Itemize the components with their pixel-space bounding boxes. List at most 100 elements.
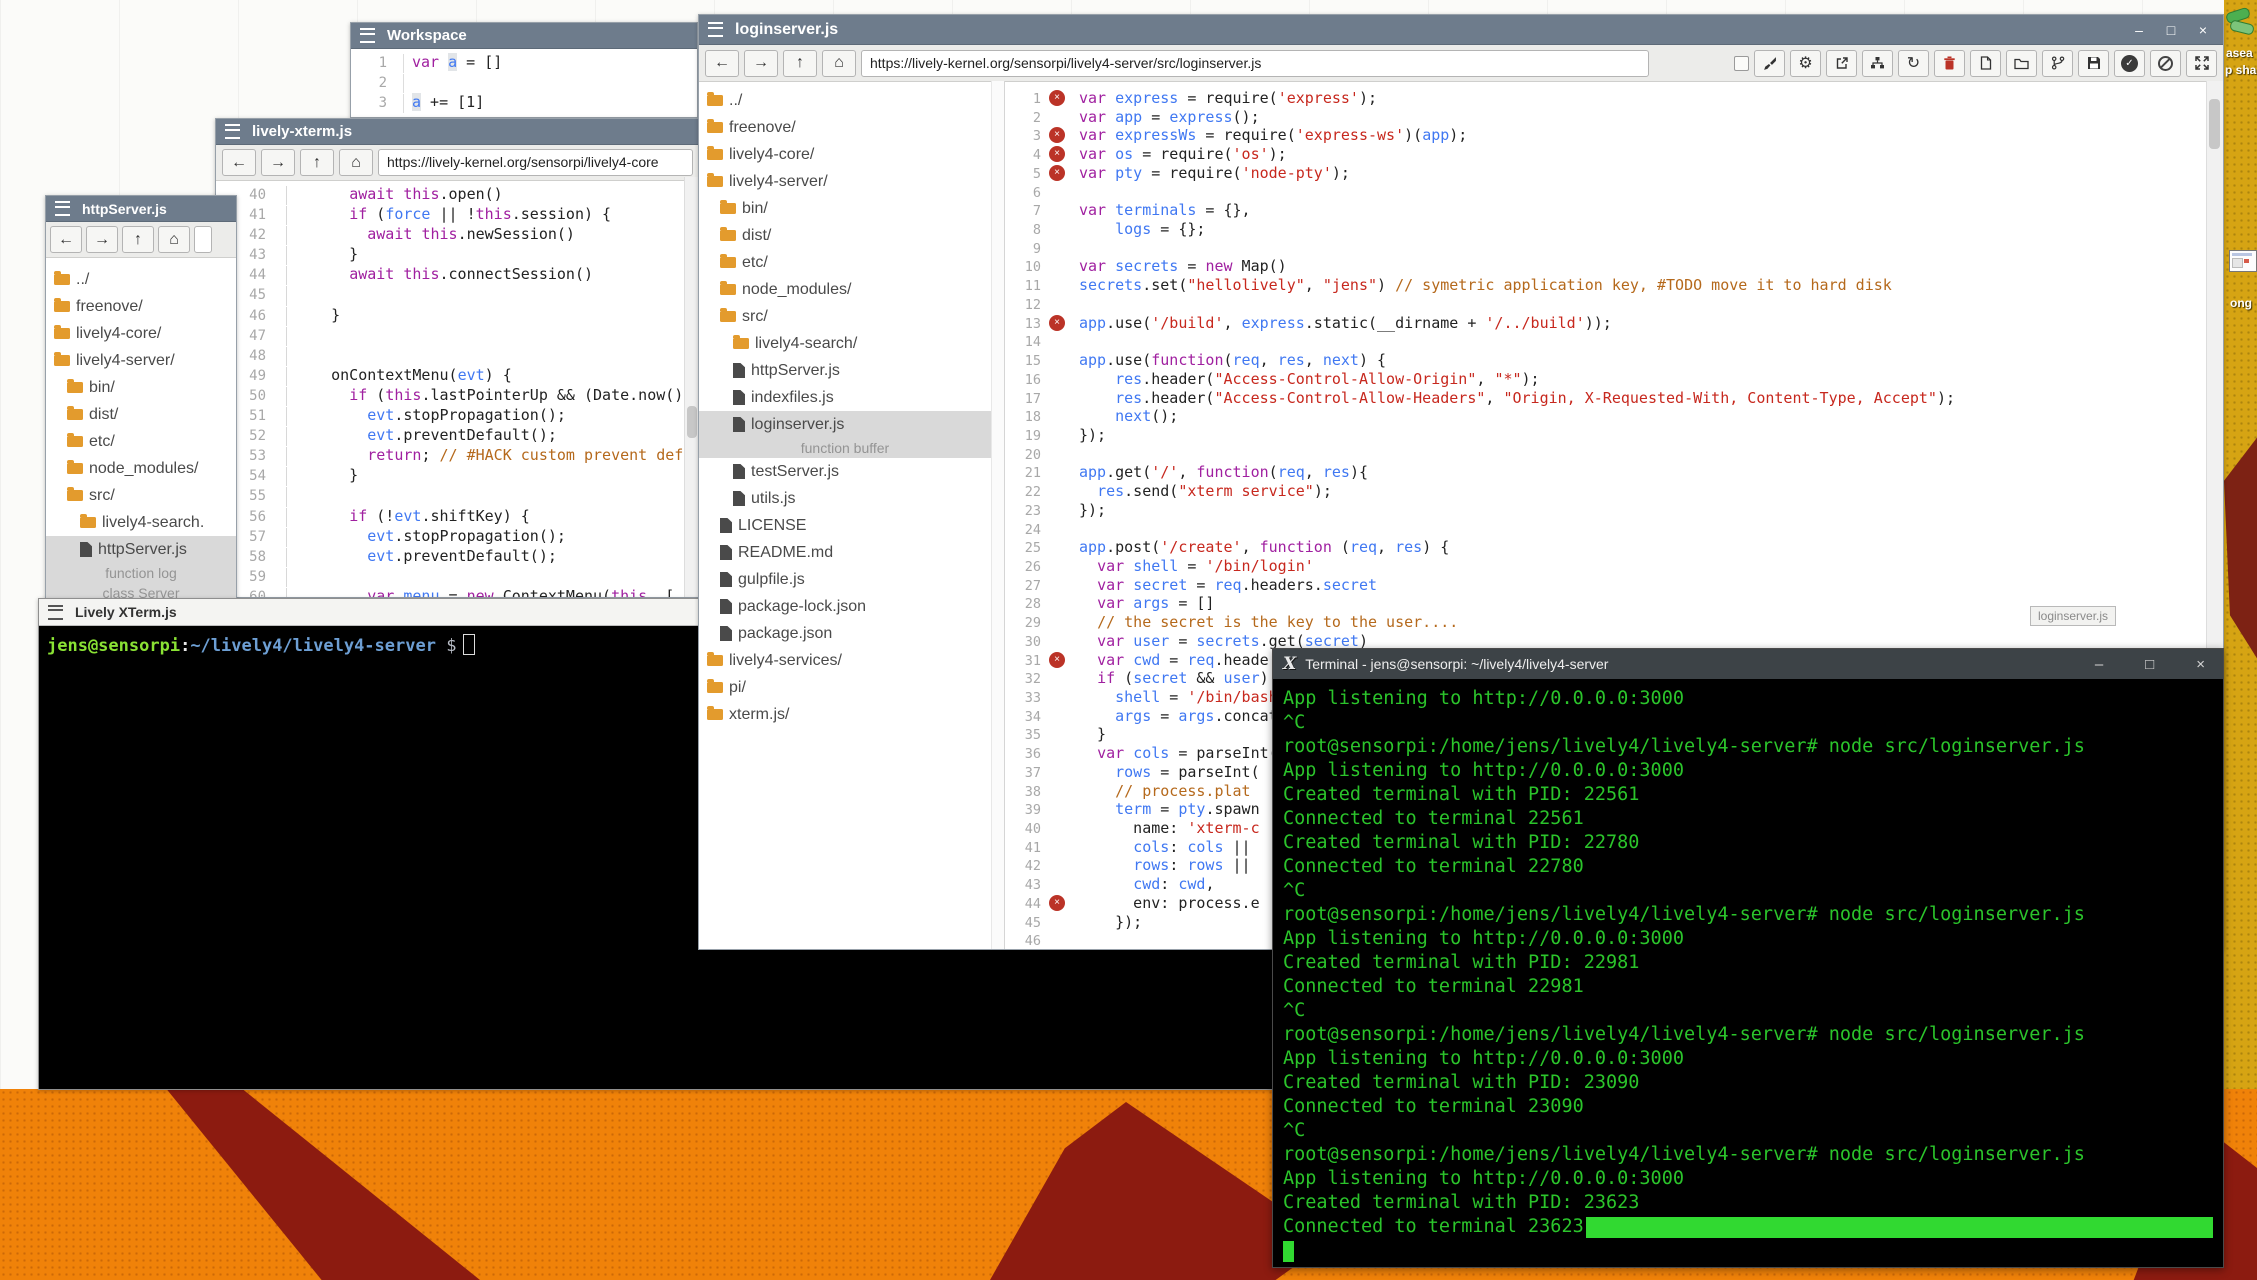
- url-input[interactable]: https://lively-kernel.org/sensorpi/livel…: [378, 149, 693, 176]
- code-line[interactable]: 8 logs = {};: [1005, 220, 2207, 239]
- code-line[interactable]: 48: [216, 346, 699, 366]
- back-button[interactable]: ←: [705, 50, 739, 77]
- forward-button[interactable]: →: [86, 226, 118, 253]
- tree-item-lively4-core[interactable]: lively4-core/: [699, 141, 991, 168]
- code-line[interactable]: 9: [1005, 239, 2207, 258]
- code-line[interactable]: 47: [216, 326, 699, 346]
- tree-item-httpserver-js[interactable]: httpServer.js: [699, 357, 991, 384]
- code-line[interactable]: 2: [351, 73, 697, 93]
- tree-item-src[interactable]: src/: [46, 482, 236, 509]
- menu-icon[interactable]: [55, 201, 70, 216]
- new-file-icon-button[interactable]: [1970, 50, 2001, 77]
- code-line[interactable]: 40 await this.open(): [216, 185, 699, 205]
- code-line[interactable]: 24: [1005, 520, 2207, 539]
- code-line[interactable]: 27 var secret = req.headers.secret: [1005, 576, 2207, 595]
- home-button[interactable]: ⌂: [158, 226, 190, 253]
- forward-button[interactable]: →: [744, 50, 778, 77]
- code-line[interactable]: 22 res.send("xterm service");: [1005, 482, 2207, 501]
- tree-item-xterm-js[interactable]: xterm.js/: [699, 701, 991, 728]
- code-line[interactable]: 28 var args = []: [1005, 594, 2207, 613]
- code-line[interactable]: 12: [1005, 295, 2207, 314]
- home-button[interactable]: ⌂: [339, 149, 373, 176]
- tree-item-node-modules[interactable]: node_modules/: [699, 276, 991, 303]
- code-line[interactable]: 26 var shell = '/bin/login': [1005, 557, 2207, 576]
- folder-icon-button[interactable]: [2006, 50, 2037, 77]
- menu-icon[interactable]: [708, 22, 723, 37]
- tree-item-lively4-search[interactable]: lively4-search/: [699, 330, 991, 357]
- code-line[interactable]: 44 await this.connectSession(): [216, 265, 699, 285]
- tree-item-sub-label[interactable]: function buffer: [699, 438, 991, 458]
- code-line[interactable]: 13×app.use('/build', express.static(__di…: [1005, 314, 2207, 333]
- code-line[interactable]: 29 // the secret is the key to the user.…: [1005, 613, 2207, 632]
- code-line[interactable]: 23});: [1005, 501, 2207, 520]
- code-line[interactable]: 54 }: [216, 466, 699, 486]
- terminal-screen[interactable]: App listening to http://0.0.0.0:3000^Cro…: [1273, 679, 2223, 1267]
- code-line[interactable]: 15app.use(function(req, res, next) {: [1005, 351, 2207, 370]
- httpserver-titlebar[interactable]: httpServer.js: [46, 196, 236, 222]
- code-line[interactable]: 46 }: [216, 306, 699, 326]
- tree-item-package-json[interactable]: package.json: [699, 620, 991, 647]
- code-line[interactable]: 56 if (!evt.shiftKey) {: [216, 507, 699, 527]
- code-line[interactable]: 14: [1005, 332, 2207, 351]
- code-line[interactable]: 50 if (this.lastPointerUp && (Date.now()…: [216, 386, 699, 406]
- error-badge-icon[interactable]: ×: [1049, 146, 1065, 162]
- workspace-code-editor[interactable]: 1var a = []2 3a += [1]: [351, 49, 697, 113]
- brush-icon-button[interactable]: [1754, 50, 1785, 77]
- desktop-icon-partial[interactable]: [2224, 8, 2257, 42]
- resize-icon-button[interactable]: [2186, 50, 2217, 77]
- up-button[interactable]: ↑: [122, 226, 154, 253]
- up-button[interactable]: ↑: [783, 50, 817, 77]
- error-badge-icon[interactable]: ×: [1049, 127, 1065, 143]
- code-line[interactable]: 59: [216, 567, 699, 587]
- code-line[interactable]: 16 res.header("Access-Control-Allow-Orig…: [1005, 370, 2207, 389]
- tree-item-lively4-core[interactable]: lively4-core/: [46, 320, 236, 347]
- code-line[interactable]: 2var app = express();: [1005, 108, 2207, 127]
- code-line[interactable]: 17 res.header("Access-Control-Allow-Head…: [1005, 389, 2207, 408]
- code-line[interactable]: 58 evt.preventDefault();: [216, 547, 699, 567]
- loginserver-titlebar[interactable]: loginserver.js – □ ×: [699, 15, 2223, 45]
- code-line[interactable]: 10var secrets = new Map(): [1005, 257, 2207, 276]
- scrollbar-thumb[interactable]: [687, 406, 697, 438]
- code-line[interactable]: 19});: [1005, 426, 2207, 445]
- error-badge-icon[interactable]: ×: [1049, 895, 1065, 911]
- tree-item-lively4-server[interactable]: lively4-server/: [46, 347, 236, 374]
- tree-item-etc[interactable]: etc/: [699, 249, 991, 276]
- tree-item-src[interactable]: src/: [699, 303, 991, 330]
- code-line[interactable]: 51 evt.stopPropagation();: [216, 406, 699, 426]
- tree-item-[interactable]: ../: [46, 266, 236, 293]
- tree-item-lively4-services[interactable]: lively4-services/: [699, 647, 991, 674]
- tree-item-bin[interactable]: bin/: [46, 374, 236, 401]
- tree-item-freenove[interactable]: freenove/: [46, 293, 236, 320]
- close-button[interactable]: ×: [2192, 22, 2214, 38]
- tree-item-sub-label[interactable]: function log: [46, 563, 236, 583]
- code-line[interactable]: 18 next();: [1005, 407, 2207, 426]
- code-line[interactable]: 43 }: [216, 245, 699, 265]
- desktop-icon-window-thumbnail[interactable]: [2229, 250, 2257, 272]
- forward-button[interactable]: →: [261, 149, 295, 176]
- code-line[interactable]: 6: [1005, 183, 2207, 202]
- editor-scrollbar[interactable]: [684, 177, 699, 597]
- code-line[interactable]: 3a += [1]: [351, 93, 697, 113]
- tree-editor-splitter[interactable]: [991, 81, 1005, 949]
- tree-item-dist[interactable]: dist/: [699, 222, 991, 249]
- tree-item-utils-js[interactable]: utils.js: [699, 485, 991, 512]
- code-line[interactable]: 52 evt.preventDefault();: [216, 426, 699, 446]
- home-button[interactable]: ⌂: [822, 50, 856, 77]
- code-line[interactable]: 1var a = []: [351, 53, 697, 73]
- scrollbar-thumb[interactable]: [2209, 99, 2220, 149]
- error-badge-icon[interactable]: ×: [1049, 315, 1065, 331]
- url-input[interactable]: https://lively-kernel.org/sensorpi/livel…: [861, 50, 1649, 77]
- accept-icon-button[interactable]: ✓: [2114, 50, 2145, 77]
- tree-item-pi[interactable]: pi/: [699, 674, 991, 701]
- code-line[interactable]: 57 evt.stopPropagation();: [216, 527, 699, 547]
- terminal-titlebar[interactable]: X Terminal - jens@sensorpi: ~/lively4/li…: [1273, 649, 2223, 679]
- git-branch-icon-button[interactable]: [2042, 50, 2073, 77]
- tree-item-node-modules[interactable]: node_modules/: [46, 455, 236, 482]
- lively-xterm-code-editor[interactable]: 40 await this.open()41 if (force || !thi…: [216, 181, 699, 598]
- maximize-button[interactable]: □: [2160, 22, 2182, 38]
- code-line[interactable]: 45: [216, 285, 699, 305]
- code-line[interactable]: 49 onContextMenu(evt) {: [216, 366, 699, 386]
- back-button[interactable]: ←: [50, 226, 82, 253]
- tree-item-[interactable]: ../: [699, 87, 991, 114]
- code-line[interactable]: 20: [1005, 445, 2207, 464]
